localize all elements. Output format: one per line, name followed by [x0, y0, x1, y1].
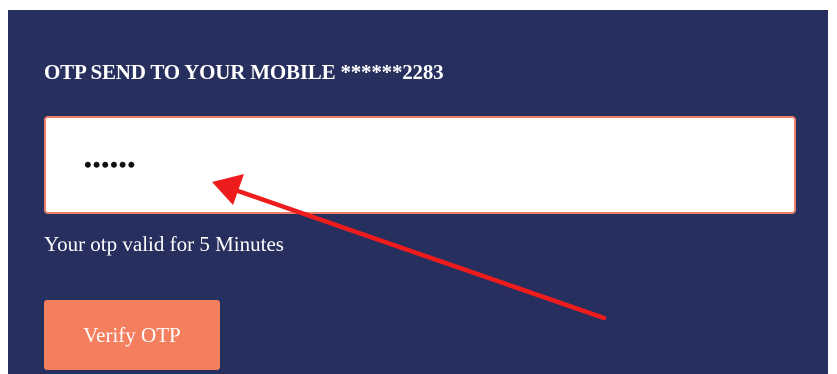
otp-panel: OTP SEND TO YOUR MOBILE ******2283 Your …: [8, 10, 828, 374]
otp-validity-text: Your otp valid for 5 Minutes: [44, 232, 284, 256]
verify-otp-button[interactable]: Verify OTP: [44, 300, 220, 370]
otp-input[interactable]: [44, 116, 796, 214]
otp-heading: OTP SEND TO YOUR MOBILE ******2283: [44, 60, 444, 84]
